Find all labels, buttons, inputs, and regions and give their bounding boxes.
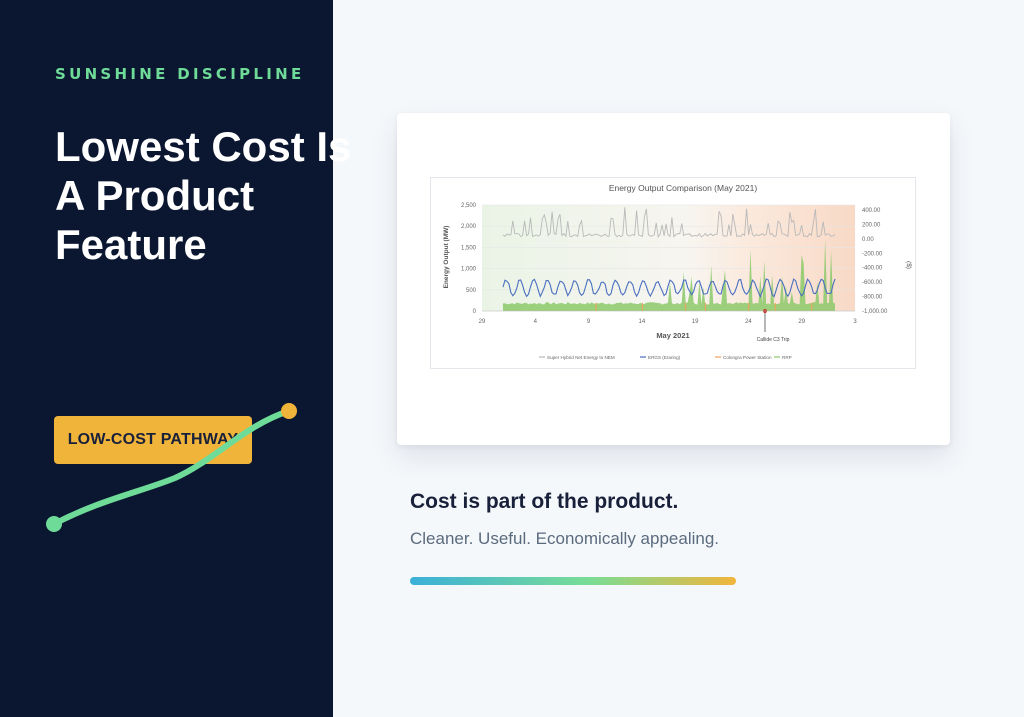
chart-y2-tick-label: 400.00 [862, 208, 881, 214]
chart-x-tick-label: 29 [798, 319, 805, 325]
headline-line-2: A Product [55, 172, 255, 219]
chart-legend-label: RRP [782, 355, 792, 360]
chart-legend-label: ERGS (Eraring) [648, 355, 681, 360]
gradient-accent-bar [410, 577, 736, 585]
chart-annotation-label: Callide C3 Trip [757, 337, 790, 343]
chart-x-tick-label: 29 [479, 319, 486, 325]
chart-y2-tick-label: -400.00 [862, 266, 883, 272]
chart-y2-axis-label: ($) [905, 261, 912, 269]
headline-line-1: Lowest Cost Is [55, 123, 352, 170]
chart-y-tick-label: 1,500 [461, 245, 477, 251]
low-cost-pathway-badge: LOW-COST PATHWAY [54, 416, 252, 464]
chart-y2-tick-label: 200.00 [862, 222, 881, 228]
chart-y2-tick-label: 0.00 [862, 237, 874, 243]
page-headline: Lowest Cost Is A Product Feature [55, 122, 415, 269]
chart-x-tick-label: 19 [692, 319, 699, 325]
chart-card: 0 500 1,000 1,500 2,000 2,500 400.00 200.00 0.00… [397, 113, 950, 445]
chart-legend-label: Super Hybrid Net Energy to NEM [547, 355, 615, 360]
chart-y2-tick-label: -600.00 [862, 280, 883, 286]
caption-title: Cost is part of the product. [410, 490, 679, 513]
chart-legend-label: Colongra Power Station [723, 355, 772, 360]
chart-y-tick-label: 2,000 [461, 224, 477, 230]
chart-y2-tick-label: -1,000.00 [862, 309, 888, 315]
section-kicker: SUNSHINE DISCIPLINE [55, 65, 305, 83]
chart-y-axis-label: Energy Output (MW) [443, 226, 450, 289]
left-panel [0, 0, 333, 717]
chart-y2-tick-label: -200.00 [862, 251, 883, 257]
chart-x-tick-label: 24 [745, 319, 752, 325]
energy-output-chart: 05001,0001,5002,0002,500400.00200.000.00… [430, 177, 916, 369]
headline-line-3: Feature [55, 221, 207, 268]
chart-y-tick-label: 2,500 [461, 203, 477, 209]
caption-subtitle: Cleaner. Useful. Economically appealing. [410, 529, 720, 548]
chart-x-axis-label: May 2021 [656, 331, 689, 340]
chart-title: Energy Output Comparison (May 2021) [609, 183, 758, 193]
chart-y-tick-label: 1,000 [461, 267, 477, 273]
chart-y-tick-label: 500 [466, 288, 477, 294]
chart-x-tick-label: 14 [639, 319, 646, 325]
chart-y2-tick-label: -800.00 [862, 295, 883, 301]
